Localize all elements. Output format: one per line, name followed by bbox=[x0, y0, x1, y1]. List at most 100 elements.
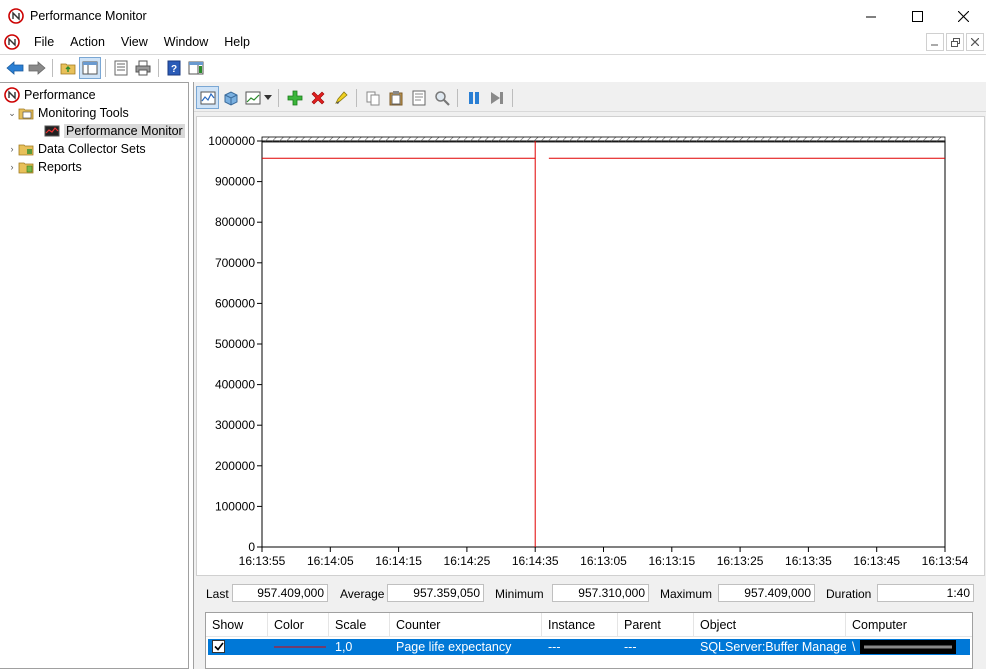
menu-help[interactable]: Help bbox=[216, 32, 258, 52]
menu-action[interactable]: Action bbox=[62, 32, 113, 52]
tree-label: Performance Monitor bbox=[64, 124, 185, 138]
tree-item-monitoring-tools[interactable]: ⌄ Monitoring Tools bbox=[6, 104, 129, 122]
copy-properties-button[interactable] bbox=[361, 86, 384, 109]
column-header-parent[interactable]: Parent bbox=[618, 613, 694, 637]
action-pane-icon bbox=[188, 61, 204, 74]
column-header-show[interactable]: Show bbox=[206, 613, 268, 637]
counter-row[interactable]: 1,0 Page life expectancy --- --- SQLServ… bbox=[208, 639, 970, 655]
y-tick-label: 900000 bbox=[215, 175, 255, 189]
y-tick-label: 0 bbox=[248, 540, 255, 554]
x-tick-label: 16:14:15 bbox=[375, 554, 422, 568]
average-value: 957.359,050 bbox=[387, 584, 484, 602]
chart-view-icon bbox=[200, 91, 215, 104]
column-header-scale[interactable]: Scale bbox=[329, 613, 390, 637]
column-header-instance[interactable]: Instance bbox=[542, 613, 618, 637]
counter-scale: 1,0 bbox=[335, 640, 353, 654]
toolbar-separator bbox=[457, 88, 458, 107]
graph-overflow-hatch bbox=[261, 136, 946, 143]
freeze-display-button[interactable] bbox=[462, 86, 485, 109]
y-tick-label: 600000 bbox=[215, 296, 255, 310]
tree-label: Data Collector Sets bbox=[38, 142, 146, 156]
export-list-button[interactable] bbox=[110, 57, 132, 79]
x-tick-label: 16:13:25 bbox=[717, 554, 764, 568]
show-hide-action-pane-button[interactable] bbox=[185, 57, 207, 79]
toolbar-separator bbox=[512, 88, 513, 107]
performance-line-chart[interactable]: 1000000900000800000700000600000500000400… bbox=[197, 117, 984, 575]
toolbar-separator bbox=[52, 58, 53, 77]
reports-folder-icon bbox=[18, 162, 34, 174]
maximize-icon bbox=[911, 10, 923, 22]
minimize-button[interactable] bbox=[848, 0, 894, 32]
expand-chevron-icon[interactable]: › bbox=[6, 162, 18, 172]
column-header-computer[interactable]: Computer bbox=[846, 613, 972, 637]
view-current-activity-button[interactable] bbox=[196, 86, 219, 109]
tree-label: Reports bbox=[38, 160, 82, 174]
graph-toolbar bbox=[194, 84, 986, 112]
zoom-button[interactable] bbox=[430, 86, 453, 109]
mdi-minimize-button[interactable] bbox=[926, 33, 944, 51]
toolbar-separator bbox=[356, 88, 357, 107]
up-one-level-button[interactable] bbox=[57, 57, 79, 79]
column-header-counter[interactable]: Counter bbox=[390, 613, 542, 637]
y-tick-label: 400000 bbox=[215, 378, 255, 392]
back-arrow-icon bbox=[6, 60, 24, 75]
title-bar: Performance Monitor bbox=[0, 0, 986, 32]
average-label: Average bbox=[340, 587, 385, 601]
expand-chevron-icon[interactable]: › bbox=[6, 144, 18, 154]
window-title: Performance Monitor bbox=[30, 9, 147, 23]
y-tick-label: 500000 bbox=[215, 337, 255, 351]
show-hide-console-tree-button[interactable] bbox=[79, 56, 101, 79]
y-tick-label: 200000 bbox=[215, 459, 255, 473]
counter-list: Show Color Scale Counter Instance Parent… bbox=[205, 612, 973, 669]
y-tick-label: 1000000 bbox=[208, 134, 255, 148]
y-tick-label: 700000 bbox=[215, 256, 255, 270]
menu-window[interactable]: Window bbox=[156, 32, 216, 52]
paste-counter-list-button[interactable] bbox=[384, 86, 407, 109]
delete-counter-button[interactable] bbox=[306, 86, 329, 109]
add-counter-button[interactable] bbox=[283, 86, 306, 109]
printer-icon bbox=[135, 60, 151, 75]
update-data-button[interactable] bbox=[485, 86, 508, 109]
minimize-icon bbox=[865, 16, 876, 17]
x-tick-label: 16:13:15 bbox=[648, 554, 695, 568]
column-header-object[interactable]: Object bbox=[694, 613, 846, 637]
menu-bar: File Action View Window Help bbox=[0, 32, 986, 52]
collapse-chevron-icon[interactable]: ⌄ bbox=[6, 108, 18, 119]
mdi-restore-button[interactable] bbox=[946, 33, 964, 51]
help-book-icon: ? bbox=[167, 60, 181, 75]
minimum-value: 957.310,000 bbox=[552, 584, 649, 602]
show-checkbox[interactable] bbox=[212, 640, 225, 653]
change-graph-type-button[interactable] bbox=[242, 86, 274, 109]
view-log-data-button[interactable] bbox=[219, 86, 242, 109]
print-button[interactable] bbox=[132, 57, 154, 79]
svg-text:?: ? bbox=[171, 64, 177, 75]
help-button[interactable]: ? bbox=[163, 57, 185, 79]
add-plus-icon bbox=[287, 90, 302, 105]
restore-icon bbox=[950, 37, 960, 47]
properties-button[interactable] bbox=[407, 86, 430, 109]
system-menu-icon[interactable] bbox=[4, 34, 20, 50]
copy-icon bbox=[366, 91, 379, 105]
tree-item-reports[interactable]: › Reports bbox=[6, 158, 82, 176]
last-label: Last bbox=[206, 587, 229, 601]
tree-item-data-collector-sets[interactable]: › Data Collector Sets bbox=[6, 140, 146, 158]
counter-list-header: Show Color Scale Counter Instance Parent… bbox=[206, 613, 972, 637]
x-tick-label: 16:14:25 bbox=[444, 554, 491, 568]
close-button[interactable] bbox=[940, 0, 986, 32]
tree-item-performance-monitor[interactable]: Performance Monitor bbox=[44, 122, 185, 140]
minimize-icon bbox=[931, 44, 938, 46]
maximize-button[interactable] bbox=[894, 0, 940, 32]
column-header-color[interactable]: Color bbox=[268, 613, 329, 637]
maximum-value: 957.409,000 bbox=[718, 584, 815, 602]
menu-view[interactable]: View bbox=[113, 32, 156, 52]
tree-item-performance[interactable]: Performance bbox=[4, 86, 96, 104]
properties-icon bbox=[412, 90, 425, 105]
redacted-computer-name bbox=[860, 640, 956, 654]
counter-instance: --- bbox=[548, 640, 561, 654]
highlight-button[interactable] bbox=[329, 86, 352, 109]
duration-label: Duration bbox=[826, 587, 872, 601]
mdi-close-button[interactable] bbox=[966, 33, 984, 51]
forward-button[interactable] bbox=[26, 57, 48, 79]
back-button[interactable] bbox=[4, 57, 26, 79]
menu-file[interactable]: File bbox=[26, 32, 62, 52]
